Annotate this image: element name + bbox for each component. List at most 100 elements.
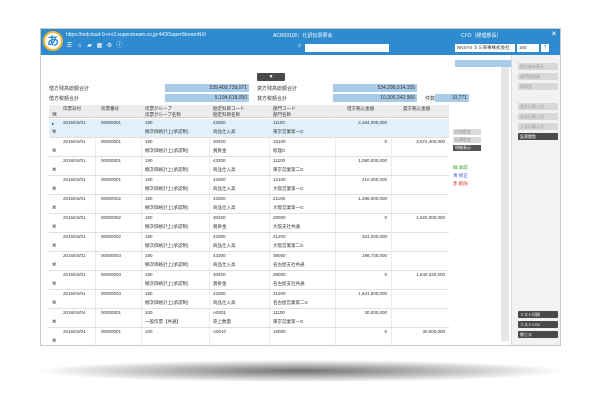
col-header-number[interactable]: 伝票番号 — [101, 106, 119, 112]
cell-group: 190 — [145, 253, 153, 258]
col-header-credit[interactable]: 貸方税込金額 — [403, 106, 430, 112]
cell-group: 100 — [145, 310, 153, 315]
table-row[interactable]: ⌘ 2016/04/04 00000001 100 一般伝票【共通】 A0001 売上数量 1… — [49, 309, 449, 328]
url-text: https://redcloud-0-nrv2.superstream.co.j… — [66, 32, 207, 38]
cell-credit: 30,000,000 — [422, 329, 445, 334]
cell-no: 00000001 — [101, 177, 122, 182]
table-row[interactable]: ⌘ 2016/04/01 00000003 190 棚次価格計上(承認制) 30400 買掛… — [49, 271, 449, 290]
cell-date: 2016/04/01 — [63, 215, 86, 220]
col-header-date[interactable]: 伝票日付 — [63, 106, 81, 112]
table-row[interactable]: ⌘ 2016/04/04 00000001 100 A0010 19000 0 30,000,… — [49, 328, 449, 345]
close-icon[interactable]: ✕ — [551, 30, 557, 38]
col-header-debit[interactable]: 借方税込金額 — [347, 106, 374, 112]
cell-acct-name: 買掛金 — [213, 281, 227, 286]
table-row[interactable]: ⌘ 2016/04/01 00000003 190 棚次価格計上(承認制) 43300 商品… — [49, 252, 449, 271]
toggle-filter-button[interactable]: ▼ — [257, 73, 285, 81]
payment-slip-entry-button[interactable]: 支払伝票入力 — [518, 113, 558, 120]
cell-date: 2016/04/04 — [63, 329, 86, 334]
cell-dept: 29000 — [273, 215, 286, 220]
cell-acct: 43300 — [213, 234, 226, 239]
attachment-icon[interactable]: ⌘ — [52, 129, 57, 135]
attachment-icon[interactable]: ⌘ — [52, 148, 57, 154]
cell-acct: A0001 — [213, 310, 227, 315]
col-header-group-name[interactable]: 伝票グループ名称 — [145, 112, 181, 118]
cell-dept-name: 大阪営業第二G — [273, 243, 304, 248]
cell-date: 2016/04/01 — [63, 196, 86, 201]
menu-icon[interactable]: ☰ — [66, 43, 73, 50]
receipt-slip-entry-button[interactable]: 入金伝票入力 — [518, 123, 558, 130]
table-row[interactable]: ⌘ 2016/04/01 00000002 190 棚次価格計上(承認制) 30400 買掛… — [49, 214, 449, 233]
debit-tax-value: 5,194,618,050 — [165, 94, 249, 102]
cell-acct: 43300 — [213, 291, 226, 296]
cell-dept-name: 大阪営業第一G — [273, 205, 304, 210]
cell-no: 00000001 — [101, 158, 122, 163]
attachment-icon[interactable]: ⌘ — [52, 338, 57, 344]
cell-group-name: 一般伝票【共通】 — [145, 319, 181, 324]
attachment-icon[interactable]: ⌘ — [52, 186, 57, 192]
attachment-icon[interactable]: ⌘ — [52, 205, 57, 211]
cell-dept: 11200 — [273, 158, 286, 163]
col-header-account-name[interactable]: 勘定科目名称 — [213, 112, 240, 118]
zoom-select[interactable]: 100 — [517, 44, 539, 52]
cell-group-name: 棚次価格計上(承認制) — [145, 224, 189, 229]
attachment-icon[interactable]: ⌘ — [52, 281, 57, 287]
cell-date: 2016/04/01 — [63, 158, 86, 163]
list-print-button[interactable]: リスト印刷 — [518, 311, 558, 318]
cell-dept: 11100 — [273, 120, 285, 125]
folder-icon[interactable]: ▰ — [86, 43, 93, 50]
window-shadow — [40, 360, 561, 382]
attachment-icon[interactable]: ⌘ — [52, 224, 57, 230]
cell-group: 190 — [145, 158, 153, 163]
journal-inquiry-button[interactable]: 仕訳照会 — [453, 129, 481, 135]
search-input[interactable] — [305, 44, 389, 52]
info-icon[interactable]: ⓘ — [116, 43, 123, 50]
cell-group-name: 棚次価格計上(承認制) — [145, 129, 189, 134]
vertical-scrollbar[interactable] — [501, 67, 509, 341]
cell-date: 2016/04/01 — [63, 120, 86, 125]
close-button[interactable]: 閉じる — [518, 331, 558, 338]
attachment-icon[interactable]: ⌘ — [52, 300, 57, 306]
cell-no: 00000001 — [101, 310, 122, 315]
attachment-icon[interactable]: ⌘ — [52, 319, 57, 325]
table-row[interactable]: ⌘ 2016/04/01 00000001 190 棚次価格計上(承認制) 43300 商品… — [49, 176, 449, 195]
cell-credit: 1,620,000,000 — [416, 215, 445, 220]
cell-group: 190 — [145, 215, 153, 220]
cell-date: 2016/04/01 — [63, 177, 86, 182]
cell-group: 190 — [145, 120, 153, 125]
col-header-department-name[interactable]: 部門名称 — [273, 112, 291, 118]
attachment-icon[interactable]: ⌘ — [52, 243, 57, 249]
table-row[interactable]: ⌘ 2016/04/01 00000002 190 棚次価格計上(承認制) 43300 商品… — [49, 195, 449, 214]
home-icon[interactable]: ⌂ — [76, 43, 83, 50]
credit-tax-value: 10,306,342,966 — [333, 94, 417, 102]
gear-icon[interactable]: ⚙ — [106, 43, 113, 50]
cell-acct-name: 買掛金 — [213, 148, 227, 153]
voucher-view-button[interactable]: 証票閲覧 — [518, 133, 558, 140]
help-icon[interactable]: ? — [541, 44, 549, 52]
department-balance-button[interactable]: 部門別残高 — [518, 73, 558, 80]
debit-total-value: 539,409,739,071 — [165, 84, 249, 92]
detail-display-button[interactable]: 明細表示 — [453, 145, 481, 151]
cell-group: 190 — [145, 177, 153, 182]
accounting-slip-entry-button[interactable]: 会計伝票入力 — [518, 103, 558, 110]
grid-icon[interactable]: ▦ — [96, 43, 103, 50]
cell-group-name: 棚次価格計上(承認制) — [145, 262, 189, 267]
table-row[interactable]: ⌘ 2016/04/01 00000002 190 棚次価格計上(承認制) 43300 商品… — [49, 233, 449, 252]
cell-dept-name: 名古屋営業第二G — [273, 300, 308, 305]
cell-acct: 43300 — [213, 196, 226, 201]
re-inquiry-button[interactable]: 再照会 — [518, 83, 558, 90]
cell-dept: 11100 — [273, 310, 285, 315]
table-row[interactable]: ⌘ 2016/04/01 00000003 190 棚次価格計上(承認制) 43300 商品… — [49, 290, 449, 309]
company-select[interactable]: NKSYS ＳＳ商事株式会社 — [455, 44, 515, 52]
table-row[interactable]: ⌘ 2016/04/01 00000001 190 棚次価格計上(承認制) 43300 商品… — [49, 157, 449, 176]
list-csv-button[interactable]: リストCSV — [518, 321, 558, 328]
cell-no: 00000001 — [101, 329, 122, 334]
debit-tax-label: 借方税額合計 — [49, 96, 80, 102]
attachment-icon[interactable]: ⌘ — [52, 262, 57, 268]
cell-debit: 30,000,000 — [364, 310, 387, 315]
table-row[interactable]: ⌘ 2016/04/01 00000001 190 棚次価格計上(承認制) 30400 買掛… — [49, 138, 449, 157]
matched-display-button[interactable]: 照合済み表示 — [518, 63, 558, 70]
table-row[interactable]: ▸ ⌘ 2016/04/01 00000001 190 棚次価格計上(承認制) 43300 商… — [49, 119, 449, 138]
cell-group: 100 — [145, 329, 153, 334]
attachment-icon[interactable]: ⌘ — [52, 167, 57, 173]
slip-inquiry-button[interactable]: 伝票照会 — [453, 137, 481, 143]
